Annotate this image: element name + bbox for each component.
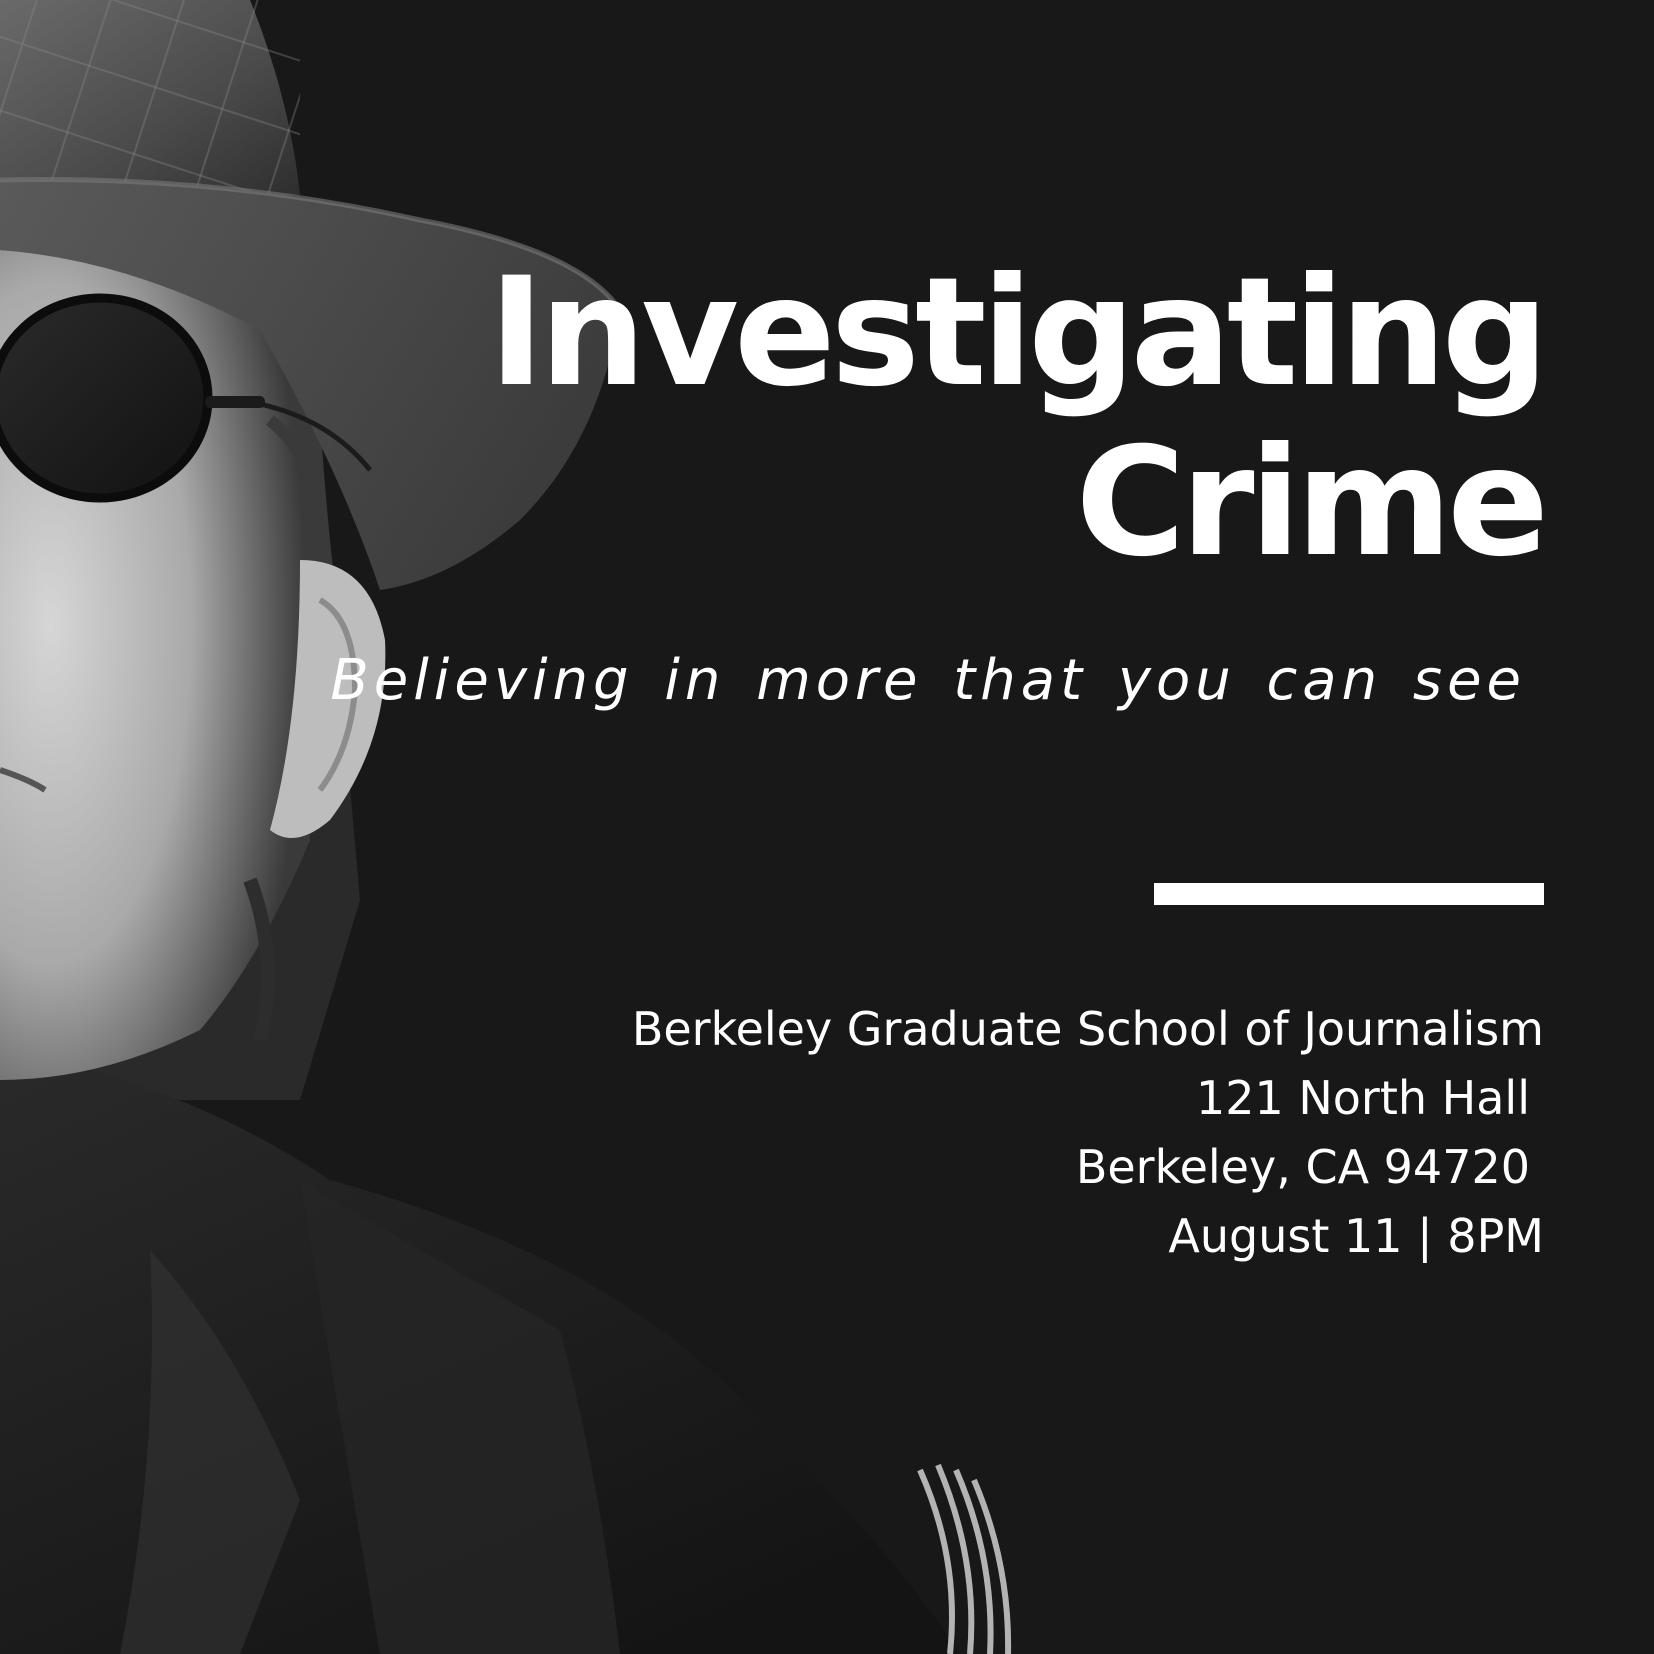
event-poster: Investigating Crime Believing in more th… xyxy=(0,0,1654,1654)
address-line-2: Berkeley, CA 94720 xyxy=(1075,1140,1530,1194)
title-line-1: Investigating xyxy=(488,246,1549,420)
divider-bar xyxy=(1154,883,1544,905)
event-datetime: August 11 | 8PM xyxy=(1168,1209,1544,1263)
event-details: Berkeley Graduate School of Journalism 1… xyxy=(632,995,1544,1271)
school-name: Berkeley Graduate School of Journalism xyxy=(631,1002,1544,1056)
address-line-1: 121 North Hall xyxy=(1195,1071,1530,1125)
event-title: Investigating Crime xyxy=(488,246,1549,590)
title-line-2: Crime xyxy=(1075,416,1549,590)
tagline: Believing in more that you can see xyxy=(330,648,1526,713)
